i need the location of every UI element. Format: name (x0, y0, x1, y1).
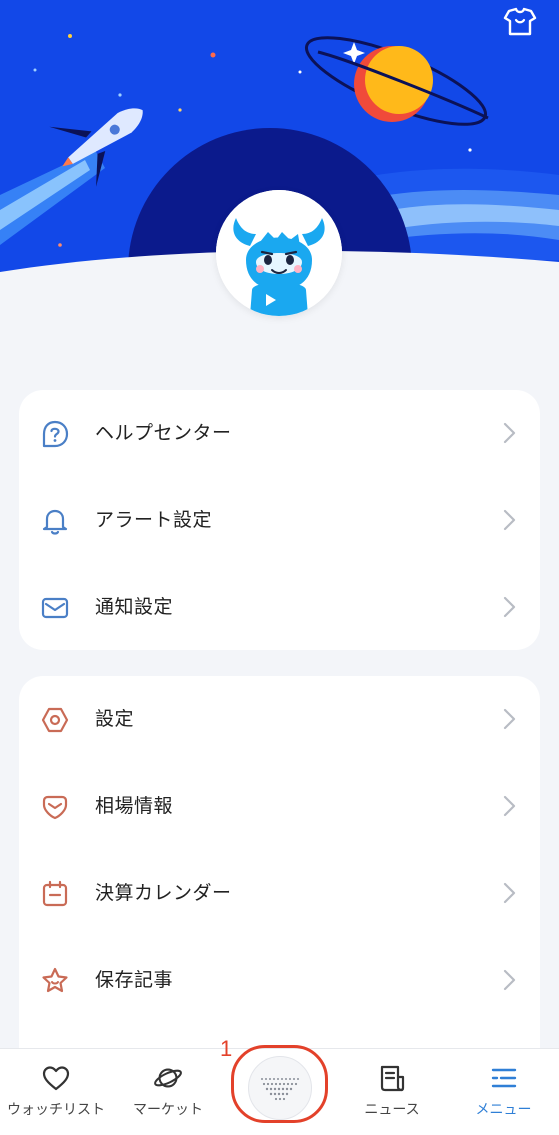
chevron-right-icon (503, 509, 516, 531)
menu-item-label: アラート設定 (95, 509, 213, 531)
chevron-right-icon (503, 708, 516, 730)
user-avatar[interactable] (216, 190, 342, 316)
tab-label: ニュース (364, 1102, 420, 1118)
menu-item-saved-articles[interactable]: 保存記事 (19, 937, 540, 1023)
tab-watchlist[interactable]: ウォッチリスト (0, 1049, 112, 1135)
chevron-right-icon (503, 795, 516, 817)
mail-icon (39, 593, 71, 623)
market-info-icon (39, 792, 71, 822)
news-icon (377, 1063, 407, 1093)
calendar-icon (39, 879, 71, 909)
menu-item-notification-settings[interactable]: 通知設定 (19, 564, 540, 650)
tab-market[interactable]: マーケット (112, 1049, 224, 1135)
tshirt-icon (503, 7, 537, 36)
tab-label: メニュー (475, 1102, 532, 1118)
menu-item-settings[interactable]: 設定 (19, 676, 540, 762)
mascot-avatar-icon (216, 190, 342, 316)
annotation-highlight-ring (231, 1045, 328, 1123)
menu-item-label: ヘルプセンター (95, 422, 232, 444)
chevron-right-icon (503, 596, 516, 618)
annotation-number: 1 (220, 1036, 233, 1061)
tab-news[interactable]: ニュース (336, 1049, 448, 1135)
heart-icon (41, 1063, 71, 1093)
menu-item-label: 通知設定 (95, 596, 174, 618)
star-icon (39, 966, 71, 996)
tshirt-button[interactable] (500, 4, 540, 40)
chevron-right-icon (503, 969, 516, 991)
menu-item-market-info[interactable]: 相場情報 (19, 763, 540, 849)
menu-item-help-center[interactable]: ヘルプセンター (19, 390, 540, 476)
tab-label: マーケット (133, 1102, 203, 1118)
menu-item-alert-settings[interactable]: アラート設定 (19, 477, 540, 563)
menu-card-general: 設定 相場情報 決算カレンダー 保存記事 (19, 676, 540, 1048)
menu-item-label: 設定 (95, 708, 135, 730)
planet-icon (153, 1063, 183, 1093)
menu-item-label: 保存記事 (95, 969, 174, 991)
menu-card-support: ヘルプセンター アラート設定 通知設定 (19, 390, 540, 650)
menu-item-label: 相場情報 (95, 795, 174, 817)
menu-item-earnings-calendar[interactable]: 決算カレンダー (19, 850, 540, 936)
tab-menu[interactable]: メニュー (448, 1049, 559, 1135)
hex-settings-icon (39, 705, 71, 735)
chevron-right-icon (503, 422, 516, 444)
bell-icon (39, 506, 71, 536)
menu-item-label: 決算カレンダー (95, 882, 232, 904)
chevron-right-icon (503, 882, 516, 904)
tab-label: ウォッチリスト (7, 1102, 105, 1118)
menu-list-icon (489, 1063, 519, 1093)
help-circle-icon (39, 419, 71, 449)
